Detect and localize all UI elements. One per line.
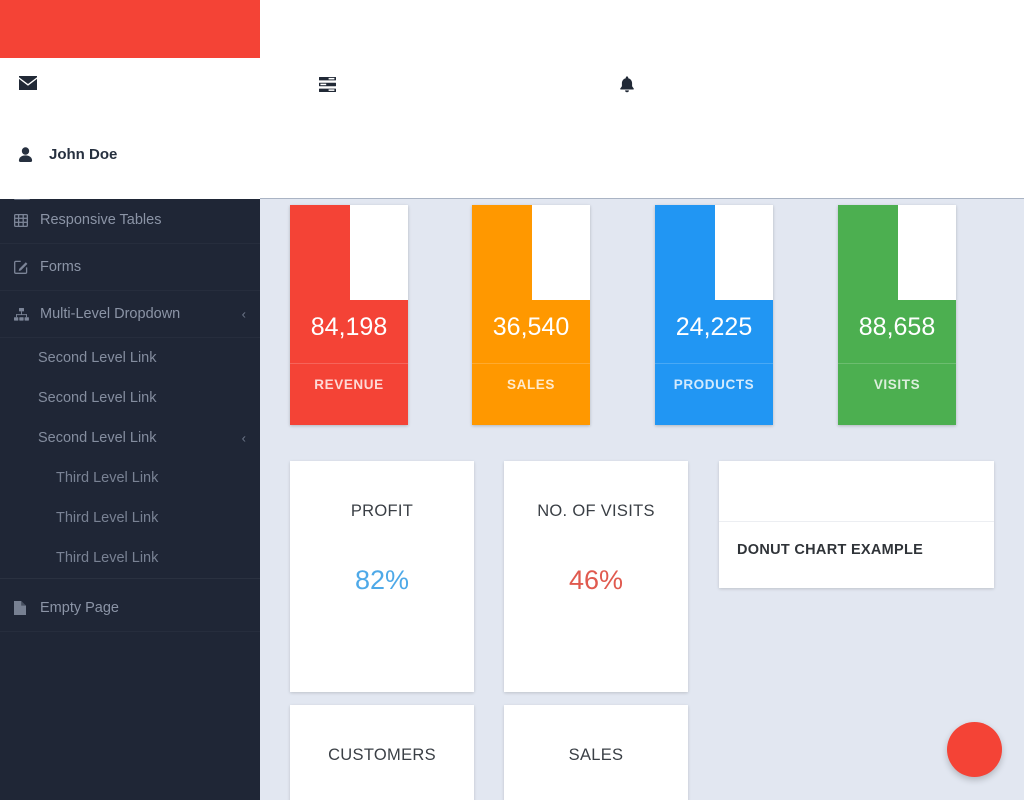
sitemap-icon [14, 307, 40, 321]
stat-card-products[interactable]: 24,225 PRODUCTS [655, 205, 773, 425]
top-panel-overlay: John Doe [0, 0, 1024, 199]
sidebar-item-responsive-tables[interactable]: Responsive Tables [0, 197, 260, 244]
sidebar-item-label: Second Level Link [38, 350, 157, 366]
sidebar-nav: Tabs & Panels Responsive Tables [0, 150, 260, 632]
user-name: John Doe [49, 146, 118, 163]
sidebar-item-label: Responsive Tables [40, 212, 162, 228]
panel-no-of-visits[interactable]: NO. OF VISITS 46% [504, 461, 688, 692]
sidebar-item-label: Third Level Link [56, 550, 159, 566]
visits-value: 46% [568, 565, 624, 595]
stat-card-value: 24,225 [675, 313, 753, 341]
sidebar-item-label: Second Level Link [38, 430, 157, 446]
stat-card-label: REVENUE [314, 377, 384, 392]
sidebar-item-label: Third Level Link [56, 510, 159, 526]
stat-card-label: SALES [506, 377, 555, 392]
edit-icon [14, 260, 40, 274]
sidebar-item-label: Forms [40, 259, 82, 275]
stat-cards-row: 84,198 REVENUE 36,540 SALES 24,225 PRODU… [290, 205, 1004, 430]
stat-card-divider [655, 363, 773, 364]
sidebar-item-second-level-link[interactable]: Second Level Link [0, 338, 260, 378]
sidebar-item-third-level-link[interactable]: Third Level Link [0, 538, 260, 578]
panel-title: DONUT CHART EXAMPLE [737, 542, 924, 558]
overlay-bottom-border [260, 198, 1024, 199]
panel-customers[interactable]: CUSTOMERS [290, 705, 474, 800]
file-icon [14, 601, 40, 615]
floating-action-button[interactable] [947, 722, 1002, 777]
donut-chart-canvas [719, 461, 994, 521]
chevron-left-icon[interactable]: ‹ [242, 432, 246, 445]
dashboard-page: target Tabs & Panels [0, 0, 1024, 800]
profit-value: 82% [354, 565, 410, 595]
stat-card-value: 84,198 [310, 313, 388, 341]
sidebar-item-second-level-link-expanded[interactable]: Second Level Link ‹ [0, 418, 260, 458]
panel-profit[interactable]: PROFIT 82% [290, 461, 474, 692]
stat-card-divider [838, 363, 956, 364]
stat-card-cutout [715, 205, 773, 300]
stat-card-label: VISITS [873, 377, 921, 392]
user-icon [18, 146, 33, 163]
stat-card-sales[interactable]: 36,540 SALES [472, 205, 590, 425]
panel-title: CUSTOMERS [328, 746, 436, 764]
stat-card-revenue[interactable]: 84,198 REVENUE [290, 205, 408, 425]
stat-card-divider [290, 363, 408, 364]
sidebar-item-label: Third Level Link [56, 470, 159, 486]
sidebar-item-empty-page[interactable]: Empty Page [0, 585, 260, 632]
panel-divider [719, 521, 994, 522]
sidebar-item-label: Empty Page [40, 600, 119, 616]
stat-card-value: 88,658 [858, 313, 936, 341]
sidebar-divider [0, 578, 260, 579]
brand-bar [0, 0, 260, 58]
sidebar-item-multi-level-dropdown[interactable]: Multi-Level Dropdown ‹ [0, 291, 260, 338]
sidebar-item-forms[interactable]: Forms [0, 244, 260, 291]
bell-icon[interactable] [619, 76, 635, 93]
panel-donut-chart[interactable]: DONUT CHART EXAMPLE [719, 461, 994, 588]
stat-card-value: 36,540 [492, 313, 570, 341]
sidebar-item-label: Multi-Level Dropdown [40, 306, 181, 322]
stat-card-cutout [350, 205, 408, 300]
table-icon [14, 213, 40, 227]
sidebar-item-label: Second Level Link [38, 390, 157, 406]
user-menu[interactable]: John Doe [18, 146, 117, 163]
stat-card-divider [472, 363, 590, 364]
sidebar-item-second-level-link[interactable]: Second Level Link [0, 378, 260, 418]
chevron-left-icon[interactable]: ‹ [242, 308, 246, 321]
panel-title: SALES [568, 746, 624, 764]
stat-card-visits[interactable]: 88,658 VISITS [838, 205, 956, 425]
sidebar-item-third-level-link[interactable]: Third Level Link [0, 498, 260, 538]
stat-card-label: PRODUCTS [673, 377, 755, 392]
envelope-icon[interactable] [19, 76, 37, 90]
stat-card-cutout [898, 205, 956, 300]
sidebar-item-third-level-link[interactable]: Third Level Link [0, 458, 260, 498]
tasks-icon[interactable] [319, 77, 336, 92]
stat-card-cutout [532, 205, 590, 300]
panel-sales[interactable]: SALES [504, 705, 688, 800]
panel-title: NO. OF VISITS [537, 502, 655, 520]
panel-title: PROFIT [350, 502, 414, 520]
